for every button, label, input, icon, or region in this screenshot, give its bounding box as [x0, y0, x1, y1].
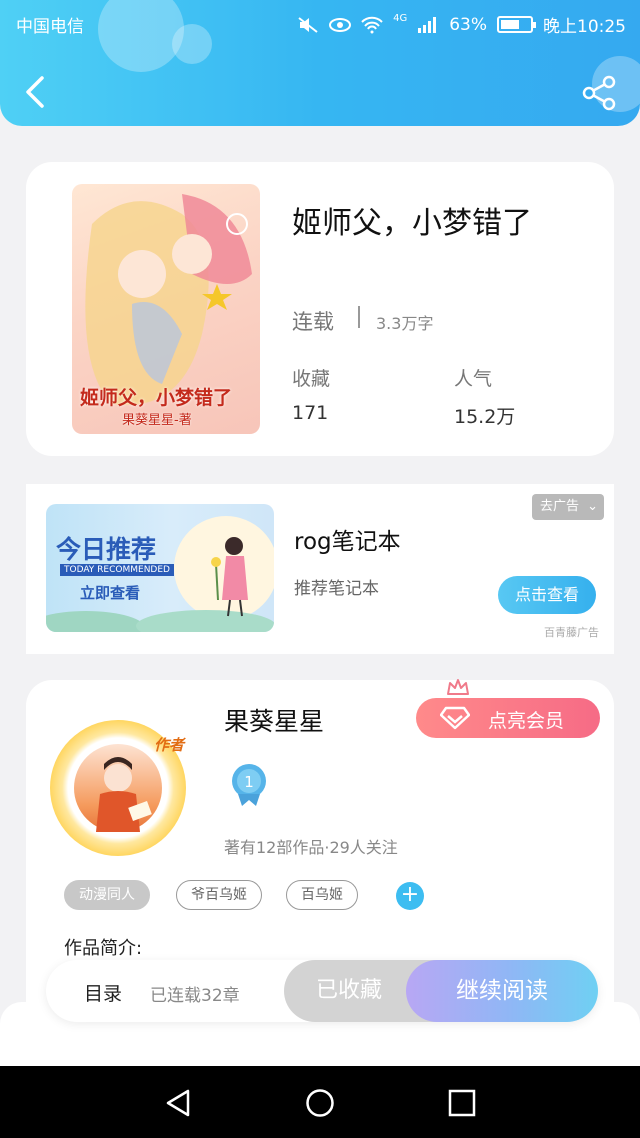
- ad-source: 百青藤广告: [544, 626, 599, 639]
- favorites-label: 收藏: [292, 368, 331, 390]
- chevron-down-icon: ⌄: [587, 499, 598, 514]
- author-badge: 作者: [154, 736, 185, 754]
- popularity-value: 15.2万: [454, 406, 516, 428]
- popularity-label: 人气: [454, 368, 493, 390]
- author-works-info: 著有12部作品·29人关注: [224, 838, 398, 857]
- carrier-label: 中国电信: [16, 17, 84, 37]
- book-cover[interactable]: 姬师父，小梦错了 果葵星星-著: [72, 184, 260, 434]
- network-type: 4G: [393, 13, 408, 24]
- eye-icon: [329, 17, 352, 32]
- ad-description: 推荐笔记本: [294, 579, 379, 599]
- mute-icon: [298, 16, 318, 33]
- ad-banner[interactable]: 今日推荐 TODAY RECOMMENDED 立即查看 rog笔记本 推荐笔记本…: [26, 484, 614, 654]
- system-nav-bar: [0, 1066, 640, 1138]
- diamond-icon: [440, 706, 470, 730]
- author-avatar-frame[interactable]: 作者: [50, 720, 186, 856]
- crown-icon: [447, 679, 469, 695]
- tag-chip[interactable]: 百乌姬: [286, 880, 358, 910]
- ad-image-title: 今日推荐: [56, 535, 157, 564]
- add-tag-button[interactable]: +: [396, 882, 424, 910]
- ad-image-cta: 立即查看: [80, 584, 141, 602]
- cover-title: 姬师父，小梦错了: [80, 387, 233, 409]
- author-name[interactable]: 果葵星星: [224, 702, 324, 738]
- tag-chip[interactable]: 动漫同人: [64, 880, 150, 910]
- battery-fill: [501, 20, 519, 29]
- battery-percent: 63%: [449, 14, 487, 35]
- remove-ad-label: 去广告: [540, 499, 580, 514]
- level-medal-icon: 1: [232, 764, 266, 806]
- reading-action-bar: 目录 已连载32章 已收藏 继续阅读: [46, 960, 598, 1022]
- share-button[interactable]: [580, 74, 618, 112]
- nav-back-icon[interactable]: [164, 1088, 194, 1118]
- book-info-card: 姬师父，小梦错了 果葵星星-著 姬师父，小梦错了 连载 3.3万字 收藏 171…: [26, 162, 614, 456]
- signal-icon: [418, 16, 437, 33]
- book-status: 连载: [292, 310, 334, 334]
- vip-button-label: 点亮会员: [488, 710, 565, 732]
- favorites-value: 171: [292, 402, 329, 424]
- ad-view-button[interactable]: 点击查看: [498, 576, 596, 614]
- vip-button[interactable]: 点亮会员: [416, 698, 600, 738]
- tag-chip[interactable]: 爷百乌姬: [176, 880, 262, 910]
- ad-image-subtitle: TODAY RECOMMENDED: [60, 564, 174, 576]
- divider: [358, 306, 360, 328]
- ad-image[interactable]: 今日推荐 TODAY RECOMMENDED 立即查看: [46, 504, 274, 632]
- book-title: 姬师父，小梦错了: [292, 206, 532, 241]
- header-bar: 中国电信 4G 63% 晚上10:25: [0, 0, 640, 126]
- toc-button[interactable]: 目录: [84, 979, 122, 1006]
- status-bar: 中国电信 4G 63% 晚上10:25: [0, 0, 640, 46]
- continue-reading-button[interactable]: 继续阅读: [406, 960, 598, 1022]
- clock: 晚上10:25: [543, 17, 626, 37]
- cover-author: 果葵星星-著: [122, 413, 192, 428]
- nav-recent-apps-icon[interactable]: [447, 1088, 477, 1118]
- avatar-illustration: [96, 757, 152, 832]
- back-button[interactable]: [20, 74, 50, 110]
- word-count: 3.3万字: [376, 314, 434, 333]
- battery-icon: [497, 16, 536, 33]
- remove-ad-button[interactable]: 去广告 ⌄: [532, 494, 604, 520]
- intro-label: 作品简介:: [64, 938, 143, 959]
- ad-title[interactable]: rog笔记本: [294, 522, 401, 556]
- avatar: [74, 744, 162, 832]
- nav-home-icon[interactable]: [305, 1088, 335, 1118]
- wifi-icon: [361, 16, 383, 33]
- svg-text:1: 1: [244, 773, 254, 791]
- chapter-count[interactable]: 已连载32章: [150, 981, 240, 1006]
